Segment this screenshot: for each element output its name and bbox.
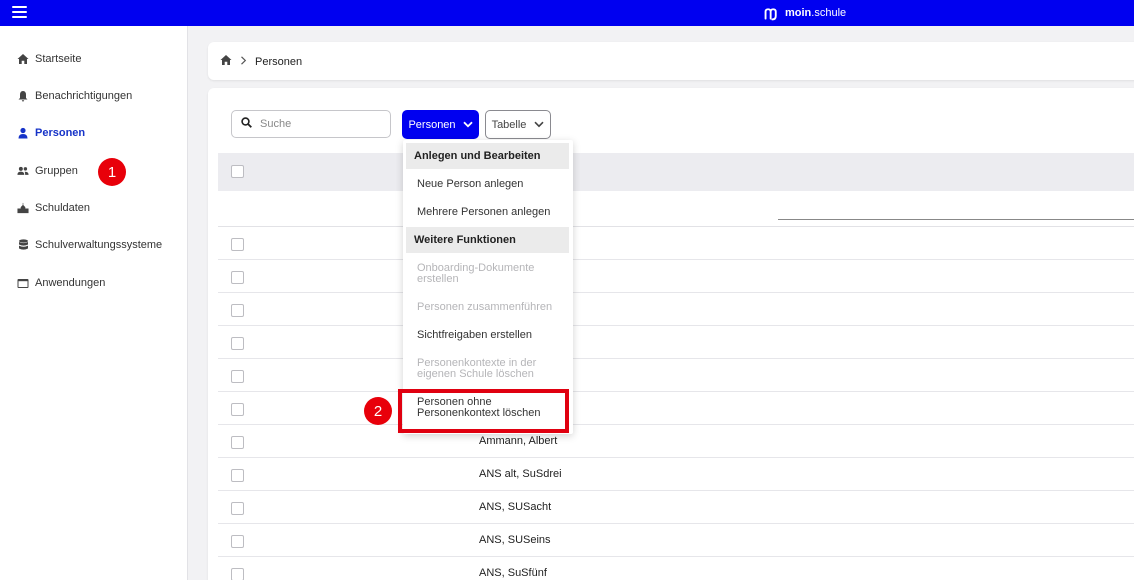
sidebar-item-label: Schuldaten bbox=[35, 202, 91, 214]
tabelle-button[interactable]: Tabelle bbox=[485, 110, 551, 139]
school-icon bbox=[17, 202, 29, 214]
table-row[interactable] bbox=[218, 326, 1134, 359]
group-icon bbox=[17, 165, 29, 177]
person-name: ANS, SUSeins bbox=[479, 534, 551, 546]
menu-item-personenkontexte-loeschen: Personenkontexte in der eigenen Schule l… bbox=[417, 358, 567, 380]
row-checkbox[interactable] bbox=[231, 238, 244, 251]
column-filter-input[interactable] bbox=[778, 192, 1134, 220]
table-row[interactable] bbox=[218, 293, 1134, 326]
menu-item-zusammenfuehren: Personen zusammenführen bbox=[417, 301, 553, 313]
table-row[interactable] bbox=[218, 392, 1134, 425]
database-icon bbox=[17, 239, 29, 251]
row-checkbox[interactable] bbox=[231, 436, 244, 449]
person-icon bbox=[17, 127, 29, 139]
menu-item-sichtfreigaben[interactable]: Sichtfreigaben erstellen bbox=[417, 330, 567, 341]
sidebar-item-startseite[interactable]: Startseite bbox=[17, 49, 81, 69]
person-name: ANS alt, SuSdrei bbox=[479, 468, 562, 480]
sidebar bbox=[0, 26, 188, 580]
row-checkbox[interactable] bbox=[231, 535, 244, 548]
person-name: ANS, SuSfünf bbox=[479, 567, 547, 579]
home-icon bbox=[17, 53, 29, 65]
annotation-marker-2: 2 bbox=[364, 397, 392, 425]
table-filter-row bbox=[218, 191, 1134, 227]
search-placeholder: Suche bbox=[260, 118, 292, 130]
table-row[interactable] bbox=[218, 359, 1134, 392]
table-row[interactable]: ANS, SUSeins bbox=[218, 524, 1134, 557]
person-name: ANS, SUSacht bbox=[479, 501, 552, 513]
menu-item-line: eigenen Schule löschen bbox=[417, 368, 534, 380]
tabelle-button-label: Tabelle bbox=[491, 118, 527, 131]
row-checkbox[interactable] bbox=[231, 502, 244, 515]
select-all-checkbox[interactable] bbox=[231, 165, 244, 178]
table-row[interactable] bbox=[218, 260, 1134, 293]
table-row[interactable]: Ammann, Albert bbox=[218, 425, 1134, 458]
menu-icon[interactable] bbox=[12, 6, 27, 19]
menu-item-onboarding: Onboarding-Dokumente erstellen bbox=[417, 263, 567, 285]
sidebar-item-label: Gruppen bbox=[35, 165, 78, 177]
table-header bbox=[218, 153, 1134, 191]
menu-item-line: erstellen bbox=[417, 273, 459, 285]
row-checkbox[interactable] bbox=[231, 469, 244, 482]
table-row[interactable]: ANS alt, SuSdrei bbox=[218, 458, 1134, 491]
top-app-bar: moin.schule bbox=[0, 0, 1134, 26]
menu-section-anlegen: Anlegen und Bearbeiten bbox=[406, 143, 569, 169]
sidebar-item-personen[interactable]: Personen bbox=[17, 123, 85, 143]
sidebar-item-benachrichtigungen[interactable]: Benachrichtigungen bbox=[17, 86, 132, 106]
chevron-down-icon bbox=[534, 119, 544, 131]
sidebar-item-label: Anwendungen bbox=[35, 277, 106, 289]
search-input[interactable]: Suche bbox=[231, 110, 391, 138]
brand-name: moin.schule bbox=[785, 7, 847, 19]
menu-section-weitere: Weitere Funktionen bbox=[406, 227, 569, 253]
chevron-down-icon bbox=[462, 119, 473, 131]
breadcrumb-current: Personen bbox=[255, 55, 303, 68]
row-checkbox[interactable] bbox=[231, 403, 244, 416]
chevron-right-icon bbox=[240, 55, 247, 68]
sidebar-item-label: Schulverwaltungssysteme bbox=[35, 239, 163, 251]
breadcrumb-card: Personen bbox=[208, 42, 1134, 80]
annotation-marker-1: 1 bbox=[98, 158, 126, 186]
person-name: Ammann, Albert bbox=[479, 435, 558, 447]
row-checkbox[interactable] bbox=[231, 337, 244, 350]
table-row[interactable]: ANS, SUSacht bbox=[218, 491, 1134, 524]
sidebar-item-schuldaten[interactable]: Schuldaten bbox=[17, 198, 90, 218]
row-checkbox[interactable] bbox=[231, 271, 244, 284]
bell-icon bbox=[17, 90, 29, 102]
menu-item-mehrere-personen[interactable]: Mehrere Personen anlegen bbox=[417, 207, 567, 218]
personen-actions-button[interactable]: Personen bbox=[402, 110, 479, 139]
sidebar-item-label: Startseite bbox=[35, 53, 82, 65]
search-icon bbox=[241, 117, 252, 131]
row-checkbox[interactable] bbox=[231, 370, 244, 383]
breadcrumb: Personen bbox=[220, 54, 302, 69]
sidebar-item-schulverwaltungssysteme[interactable]: Schulverwaltungssysteme bbox=[17, 235, 162, 255]
personen-button-label: Personen bbox=[408, 118, 456, 131]
table-row[interactable]: ANS, SuSfünf bbox=[218, 557, 1134, 580]
sidebar-item-label: Personen bbox=[35, 127, 86, 139]
moin-schule-logo-icon bbox=[764, 7, 777, 20]
home-icon[interactable] bbox=[220, 54, 232, 69]
sidebar-item-label: Benachrichtigungen bbox=[35, 90, 133, 102]
row-checkbox[interactable] bbox=[231, 568, 244, 580]
sidebar-item-gruppen[interactable]: Gruppen bbox=[17, 161, 78, 181]
brand-logo[interactable]: moin.schule bbox=[763, 3, 846, 23]
annotation-highlight-box bbox=[398, 389, 569, 433]
window-icon bbox=[17, 277, 29, 289]
table-row[interactable] bbox=[218, 227, 1134, 260]
menu-item-neue-person[interactable]: Neue Person anlegen bbox=[417, 179, 567, 190]
sidebar-item-anwendungen[interactable]: Anwendungen bbox=[17, 273, 105, 293]
row-checkbox[interactable] bbox=[231, 304, 244, 317]
